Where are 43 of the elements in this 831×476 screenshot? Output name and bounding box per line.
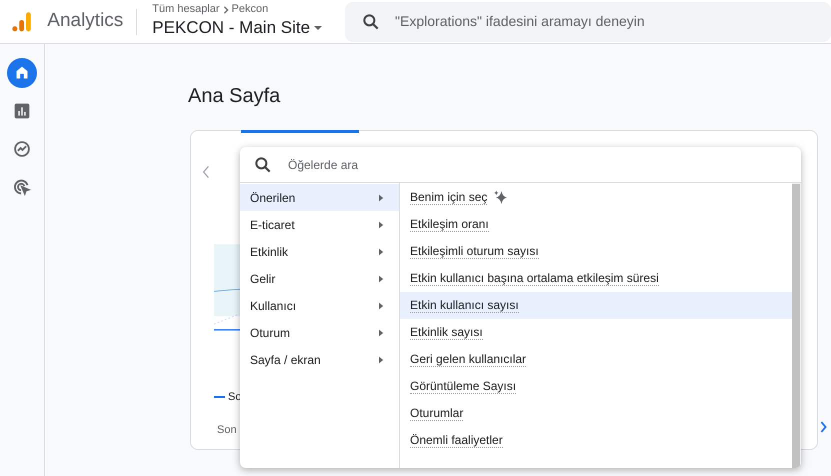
breadcrumb-link[interactable]: Tüm hesaplar bbox=[152, 3, 220, 16]
metric-item[interactable]: Etkin kullanıcı başına ortalama etkileşim süresi bbox=[400, 265, 792, 292]
metric-item[interactable]: Benim için seç bbox=[400, 184, 792, 211]
chevron-left-icon[interactable] bbox=[202, 165, 210, 179]
logo-icon bbox=[10, 10, 34, 34]
category-item[interactable]: Sayfa / ekran bbox=[240, 346, 399, 373]
category-item[interactable]: E-ticaret bbox=[240, 211, 399, 238]
dropdown-caret-icon bbox=[313, 23, 324, 33]
category-item[interactable]: Oturum bbox=[240, 319, 399, 346]
scrollbar[interactable] bbox=[792, 183, 801, 468]
category-item[interactable]: Önerilen bbox=[240, 184, 399, 211]
category-item[interactable]: Etkinlik bbox=[240, 238, 399, 265]
metric-item[interactable]: Görüntüleme Sayısı bbox=[400, 373, 792, 400]
menu-search-field[interactable]: Öğelerde ara bbox=[288, 156, 801, 174]
metric-item[interactable]: Etkileşimli oturum sayısı bbox=[400, 238, 792, 265]
metric-item[interactable]: Etkileşim oranı bbox=[400, 211, 792, 238]
submenu-arrow-icon bbox=[379, 194, 384, 202]
page-title: Ana Sayfa bbox=[188, 84, 282, 108]
submenu-arrow-icon bbox=[379, 220, 384, 228]
sparkle-icon bbox=[493, 190, 508, 205]
search-icon bbox=[361, 12, 382, 32]
submenu-arrow-icon bbox=[379, 356, 384, 364]
home-nav-icon[interactable] bbox=[7, 58, 37, 88]
search-bar[interactable]: "Explorations" ifadesini aramayı deneyin bbox=[345, 2, 831, 42]
metric-item[interactable]: Etkin kullanıcı sayısı bbox=[400, 292, 792, 319]
search-icon bbox=[253, 154, 273, 174]
submenu-arrow-icon bbox=[379, 302, 384, 310]
submenu-arrow-icon bbox=[379, 248, 384, 256]
product-name: Analytics bbox=[47, 9, 124, 34]
category-item[interactable]: Kullanıcı bbox=[240, 292, 399, 319]
metric-item[interactable]: Oturumlar bbox=[400, 400, 792, 427]
category-item[interactable]: Gelir bbox=[240, 265, 399, 292]
chevron-right-icon[interactable] bbox=[820, 421, 827, 433]
metric-item[interactable]: Geri gelen kullanıcılar bbox=[400, 346, 792, 373]
chevron-right-icon bbox=[222, 6, 230, 14]
submenu-arrow-icon bbox=[379, 328, 384, 336]
submenu-arrow-icon bbox=[379, 274, 384, 282]
metric-item[interactable]: Önemli faaliyetler bbox=[400, 427, 792, 454]
metric-item[interactable]: Etkinlik sayısı bbox=[400, 319, 792, 346]
search-input[interactable]: "Explorations" ifadesini aramayı deneyin bbox=[395, 11, 815, 32]
property-selector[interactable]: PEKCON - Main Site bbox=[152, 16, 324, 40]
breadcrumb-link[interactable]: Pekcon bbox=[232, 3, 268, 16]
footer-text: Son bbox=[217, 423, 237, 438]
